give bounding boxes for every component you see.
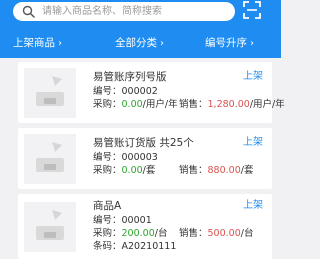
filter-category[interactable]: 全部分类 ›: [115, 35, 164, 51]
search-icon: [22, 5, 35, 18]
search-placeholder: 请输入商品名称、简称搜索: [42, 6, 162, 17]
product-card[interactable]: 商品A 上架 编号：00001 采购：200.00/台 销售：500.00/台 …: [18, 194, 272, 259]
product-name: 易管账订货版 共25个: [93, 137, 194, 149]
purchase-price: 采购：0.00/套: [93, 165, 156, 176]
scan-icon[interactable]: [243, 1, 261, 19]
filter-sort-label: 编号升序: [205, 37, 247, 49]
filter-sort[interactable]: 编号升序 ›: [205, 35, 254, 51]
status-badge[interactable]: 上架: [243, 136, 263, 150]
purchase-price: 采购：0.00/用户/年: [93, 99, 178, 110]
filter-status-label: 上架商品: [13, 37, 55, 49]
product-thumbnail: [24, 134, 76, 184]
empty-box-icon: [36, 210, 64, 240]
sale-price: 销售：1,280.00/用户/年: [179, 99, 285, 110]
filter-status[interactable]: 上架商品 ›: [13, 35, 62, 51]
chevron-right-icon: ›: [250, 38, 254, 49]
chevron-right-icon: ›: [160, 38, 164, 49]
empty-box-icon: [36, 142, 64, 172]
search-input[interactable]: 请输入商品名称、简称搜索: [13, 2, 235, 21]
product-name: 商品A: [93, 200, 122, 212]
sale-price: 销售：500.00/台: [179, 228, 254, 239]
status-badge[interactable]: 上架: [243, 70, 263, 84]
status-badge[interactable]: 上架: [243, 199, 263, 213]
sale-price: 销售：880.00/套: [179, 165, 254, 176]
top-bar: 请输入商品名称、简称搜索 上架商品 › 全部分类 › 编号升序 ›: [0, 0, 281, 58]
product-code: 编号：000002: [93, 86, 158, 97]
product-name: 易管账序列号版: [93, 71, 167, 83]
product-card[interactable]: 易管账序列号版 上架 编号：000002 采购：0.00/用户/年 销售：1,2…: [18, 62, 285, 123]
product-card[interactable]: 易管账订货版 共25个 上架 编号：000003 采购：0.00/套 销售：88…: [18, 128, 272, 189]
filter-category-label: 全部分类: [115, 37, 157, 49]
chevron-right-icon: ›: [58, 38, 62, 49]
product-code: 编号：00001: [93, 215, 152, 226]
product-code: 编号：000003: [93, 152, 158, 163]
product-thumbnail: [24, 202, 76, 252]
product-barcode: 条码：A20210111: [93, 241, 177, 252]
product-thumbnail: [24, 68, 76, 118]
purchase-price: 采购：200.00/台: [93, 228, 168, 239]
empty-box-icon: [36, 76, 64, 106]
